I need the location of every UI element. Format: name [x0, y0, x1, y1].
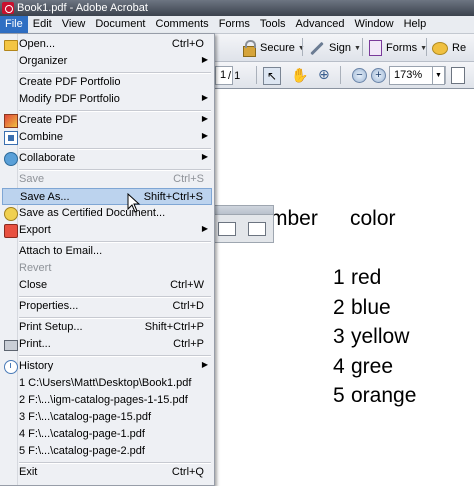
forms-label: Forms [386, 42, 418, 54]
recent-file-item[interactable]: 2 F:\...\igm-catalog-pages-1-15.pdf [2, 392, 212, 409]
sign-label: Sign [329, 42, 352, 54]
menu-edit[interactable]: Edit [28, 16, 57, 33]
cell-color: blue [351, 296, 391, 319]
menu-help[interactable]: Help [399, 16, 432, 33]
cell-number: 2 [333, 296, 345, 319]
menu-item-revert[interactable]: Revert [2, 260, 212, 277]
fit-page-icon[interactable] [451, 67, 465, 84]
review-button[interactable]: Re [432, 38, 466, 58]
menu-item-exit[interactable]: Exit Ctrl+Q [2, 464, 212, 481]
menu-item-organizer[interactable]: Organizer ▶ [2, 53, 212, 70]
cell-number: 3 [333, 325, 345, 348]
submenu-arrow-icon: ▶ [201, 93, 208, 102]
submenu-arrow-icon: ▶ [201, 131, 208, 140]
menu-advanced[interactable]: Advanced [291, 16, 350, 33]
menu-item-save[interactable]: Save Ctrl+S [2, 171, 212, 188]
combine-icon [4, 131, 18, 145]
title-bar: Book1.pdf - Adobe Acrobat [0, 0, 474, 16]
mouse-cursor-icon [127, 193, 141, 213]
create-pdf-icon [4, 114, 18, 128]
cell-number: 5 [333, 384, 345, 407]
menu-item-save-as[interactable]: Save As... Shift+Ctrl+S [2, 188, 212, 205]
menu-window[interactable]: Window [349, 16, 398, 33]
menu-forms[interactable]: Forms [214, 16, 255, 33]
recent-file-item[interactable]: 1 C:\Users\Matt\Desktop\Book1.pdf [2, 375, 212, 392]
chevron-down-icon[interactable]: ▼ [432, 67, 444, 84]
clock-icon [4, 360, 18, 374]
zoom-field[interactable]: 173% ▼ [389, 66, 445, 85]
folder-icon [4, 40, 18, 51]
certificate-icon [4, 207, 18, 221]
column-header-number: mber [270, 207, 318, 230]
secure-label: Secure [260, 42, 295, 54]
menu-item-print-setup[interactable]: Print Setup... Shift+Ctrl+P [2, 319, 212, 336]
zoom-in-icon[interactable]: + [371, 68, 386, 83]
submenu-arrow-icon: ▶ [201, 152, 208, 161]
hand-tool-icon[interactable]: ✋ [291, 67, 308, 84]
menu-item-properties[interactable]: Properties... Ctrl+D [2, 298, 212, 315]
column-header-color: color [350, 207, 396, 230]
cell-color: orange [351, 384, 417, 407]
submenu-arrow-icon: ▶ [201, 224, 208, 233]
menu-item-create-pdf[interactable]: Create PDF ▶ [2, 112, 212, 129]
zoom-out-icon[interactable]: − [352, 68, 367, 83]
menu-bar: File Edit View Document Comments Forms T… [0, 16, 474, 34]
forms-button[interactable]: Forms ▼ [369, 38, 427, 58]
toolbar-icon[interactable] [218, 222, 236, 236]
cell-color: yellow [351, 325, 410, 348]
submenu-arrow-icon: ▶ [201, 114, 208, 123]
zoom-value: 173% [394, 69, 423, 81]
recent-file-item[interactable]: 3 F:\...\catalog-page-15.pdf [2, 409, 212, 426]
zoom-marquee-icon[interactable]: ⊕ [318, 66, 330, 83]
menu-item-combine[interactable]: Combine ▶ [2, 129, 212, 146]
menu-comments[interactable]: Comments [151, 16, 214, 33]
export-icon [4, 224, 18, 238]
select-tool-icon[interactable]: ↖ [263, 67, 281, 85]
file-menu: Open... Ctrl+O Organizer ▶ Create PDF Po… [0, 33, 215, 486]
menu-item-save-certified[interactable]: Save as Certified Document... [2, 205, 212, 222]
forms-icon [369, 40, 382, 56]
pen-icon [310, 41, 324, 55]
review-label: Re [452, 42, 467, 54]
cell-color: red [351, 266, 382, 289]
collaborate-icon [4, 152, 18, 166]
recent-file-item[interactable]: 5 F:\...\catalog-page-2.pdf [2, 443, 212, 460]
menu-item-modify-portfolio[interactable]: Modify PDF Portfolio ▶ [2, 91, 212, 108]
chevron-down-icon: ▼ [354, 44, 361, 52]
submenu-arrow-icon: ▶ [201, 55, 208, 64]
menu-item-close[interactable]: Close Ctrl+W [2, 277, 212, 294]
cell-number: 1 [333, 266, 345, 289]
submenu-arrow-icon: ▶ [201, 360, 208, 369]
acrobat-icon [2, 2, 14, 14]
sign-button[interactable]: Sign ▼ [309, 38, 361, 58]
toolbar-icon[interactable] [248, 222, 266, 236]
menu-item-collaborate[interactable]: Collaborate ▶ [2, 150, 212, 167]
menu-item-print[interactable]: Print... Ctrl+P [2, 336, 212, 353]
menu-document[interactable]: Document [90, 16, 150, 33]
secure-button[interactable]: Secure ▼ [243, 38, 305, 58]
cell-color: gree [351, 355, 394, 378]
menu-item-history[interactable]: History ▶ [2, 358, 212, 375]
lock-icon [243, 39, 256, 57]
review-icon [432, 41, 448, 55]
cell-number: 4 [333, 355, 345, 378]
menu-item-attach-email[interactable]: Attach to Email... [2, 243, 212, 260]
menu-item-create-portfolio[interactable]: Create PDF Portfolio [2, 74, 212, 91]
menu-view[interactable]: View [57, 16, 91, 33]
menu-item-export[interactable]: Export ▶ [2, 222, 212, 239]
page-total: / 1 [228, 70, 241, 82]
menu-item-open[interactable]: Open... Ctrl+O [2, 36, 212, 53]
window-title: Book1.pdf - Adobe Acrobat [17, 2, 148, 14]
menu-file[interactable]: File [0, 16, 28, 33]
printer-icon [4, 340, 18, 351]
menu-tools[interactable]: Tools [255, 16, 291, 33]
recent-file-item[interactable]: 4 F:\...\catalog-page-1.pdf [2, 426, 212, 443]
